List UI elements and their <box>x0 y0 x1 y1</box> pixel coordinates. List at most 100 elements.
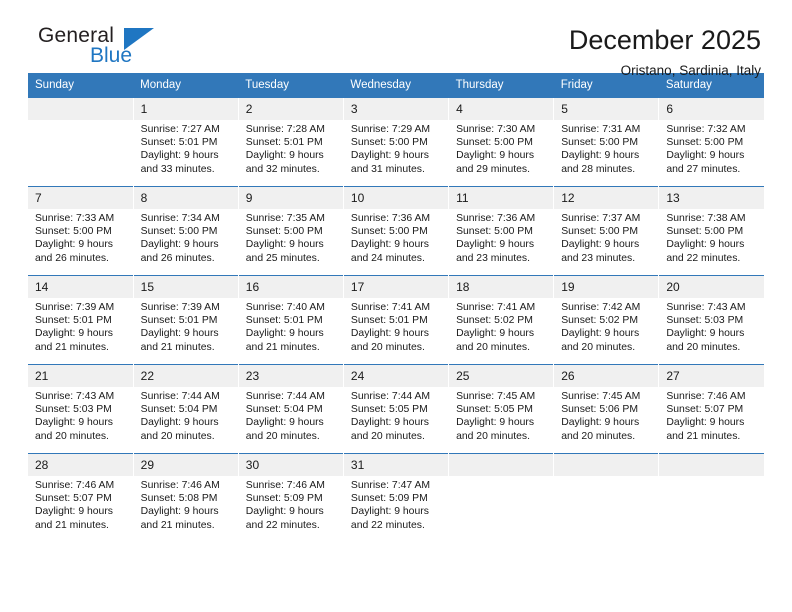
calendar-week-row: 14 Sunrise: 7:39 AM Sunset: 5:01 PM Dayl… <box>28 275 764 365</box>
general-blue-logo[interactable]: General Blue <box>28 24 228 72</box>
day-cell[interactable]: 30 Sunrise: 7:46 AM Sunset: 5:09 PM Dayl… <box>237 453 344 543</box>
sunset-text: Sunset: 5:04 PM <box>140 404 218 416</box>
sunset-text: Sunset: 5:00 PM <box>666 226 744 238</box>
daylight-text-line2: and 20 minutes. <box>456 430 530 442</box>
day-cell[interactable]: 2 Sunrise: 7:28 AM Sunset: 5:01 PM Dayli… <box>237 97 344 187</box>
sunset-text: Sunset: 5:01 PM <box>350 315 428 327</box>
day-cell[interactable]: 6 Sunrise: 7:32 AM Sunset: 5:00 PM Dayli… <box>658 97 764 187</box>
day-cell[interactable]: 8 Sunrise: 7:34 AM Sunset: 5:00 PM Dayli… <box>132 186 239 276</box>
daylight-text-line1: Daylight: 9 hours <box>561 239 640 251</box>
sunset-text: Sunset: 5:08 PM <box>140 493 218 505</box>
day-cell[interactable]: 3 Sunrise: 7:29 AM Sunset: 5:00 PM Dayli… <box>342 97 449 187</box>
daylight-text-line1: Daylight: 9 hours <box>245 150 324 162</box>
day-number <box>659 454 764 476</box>
daylight-text-line2: and 20 minutes. <box>456 341 530 353</box>
day-info <box>28 120 133 123</box>
sunset-text: Sunset: 5:00 PM <box>350 226 428 238</box>
daylight-text-line2: and 26 minutes. <box>140 252 215 264</box>
day-cell[interactable]: 13 Sunrise: 7:38 AM Sunset: 5:00 PM Dayl… <box>658 186 764 276</box>
daylight-text-line2: and 21 minutes. <box>140 341 215 353</box>
sunset-text: Sunset: 5:09 PM <box>245 493 323 505</box>
sunset-text: Sunset: 5:00 PM <box>456 137 533 149</box>
sunrise-text: Sunrise: 7:37 AM <box>561 213 641 224</box>
daylight-text-line2: and 22 minutes. <box>350 519 425 531</box>
daylight-text-line2: and 20 minutes. <box>245 430 320 442</box>
day-number: 29 <box>133 454 238 476</box>
day-cell[interactable]: 25 Sunrise: 7:45 AM Sunset: 5:05 PM Dayl… <box>448 364 554 454</box>
day-cell[interactable]: 7 Sunrise: 7:33 AM Sunset: 5:00 PM Dayli… <box>28 186 134 276</box>
calendar-week-row: 21 Sunrise: 7:43 AM Sunset: 5:03 PM Dayl… <box>28 364 764 454</box>
sunset-text: Sunset: 5:00 PM <box>561 226 639 238</box>
day-info: Sunrise: 7:39 AM Sunset: 5:01 PM Dayligh… <box>134 298 238 354</box>
day-number: 5 <box>554 98 659 120</box>
daylight-text-line1: Daylight: 9 hours <box>140 150 219 162</box>
day-cell[interactable]: 23 Sunrise: 7:44 AM Sunset: 5:04 PM Dayl… <box>237 364 344 454</box>
weekday-header-monday: Monday <box>133 73 239 98</box>
day-info: Sunrise: 7:36 AM Sunset: 5:00 PM Dayligh… <box>449 209 553 265</box>
weekday-header-sunday: Sunday <box>28 73 134 98</box>
day-cell[interactable]: 15 Sunrise: 7:39 AM Sunset: 5:01 PM Dayl… <box>132 275 239 365</box>
day-cell[interactable]: 26 Sunrise: 7:45 AM Sunset: 5:06 PM Dayl… <box>553 364 659 454</box>
daylight-text-line1: Daylight: 9 hours <box>245 239 324 251</box>
day-cell[interactable]: 29 Sunrise: 7:46 AM Sunset: 5:08 PM Dayl… <box>132 453 239 543</box>
day-number: 31 <box>343 454 449 476</box>
day-number: 9 <box>238 187 343 209</box>
day-number: 23 <box>238 365 343 387</box>
day-cell[interactable]: 9 Sunrise: 7:35 AM Sunset: 5:00 PM Dayli… <box>237 186 344 276</box>
day-cell[interactable]: 22 Sunrise: 7:44 AM Sunset: 5:04 PM Dayl… <box>132 364 239 454</box>
daylight-text-line1: Daylight: 9 hours <box>456 417 535 429</box>
day-cell[interactable]: 12 Sunrise: 7:37 AM Sunset: 5:00 PM Dayl… <box>553 186 659 276</box>
sunset-text: Sunset: 5:00 PM <box>666 137 744 149</box>
sunrise-text: Sunrise: 7:44 AM <box>140 391 220 402</box>
day-cell[interactable]: 10 Sunrise: 7:36 AM Sunset: 5:00 PM Dayl… <box>342 186 449 276</box>
day-cell[interactable]: 17 Sunrise: 7:41 AM Sunset: 5:01 PM Dayl… <box>342 275 449 365</box>
day-cell[interactable]: 18 Sunrise: 7:41 AM Sunset: 5:02 PM Dayl… <box>448 275 554 365</box>
daylight-text-line1: Daylight: 9 hours <box>35 417 113 429</box>
sunrise-text: Sunrise: 7:46 AM <box>140 480 220 491</box>
day-info: Sunrise: 7:34 AM Sunset: 5:00 PM Dayligh… <box>134 209 238 265</box>
sunrise-text: Sunrise: 7:47 AM <box>350 480 431 491</box>
day-info: Sunrise: 7:36 AM Sunset: 5:00 PM Dayligh… <box>344 209 448 265</box>
day-cell[interactable]: 28 Sunrise: 7:46 AM Sunset: 5:07 PM Dayl… <box>28 453 134 543</box>
day-number: 22 <box>133 365 238 387</box>
day-cell-empty <box>658 453 764 543</box>
daylight-text-line2: and 20 minutes. <box>561 430 636 442</box>
sunrise-text: Sunrise: 7:34 AM <box>140 213 220 224</box>
daylight-text-line1: Daylight: 9 hours <box>561 417 640 429</box>
sunrise-text: Sunrise: 7:42 AM <box>561 302 641 313</box>
day-cell[interactable]: 5 Sunrise: 7:31 AM Sunset: 5:00 PM Dayli… <box>553 97 659 187</box>
day-cell[interactable] <box>28 97 134 187</box>
sunrise-text: Sunrise: 7:45 AM <box>561 391 641 402</box>
day-number: 26 <box>554 365 659 387</box>
sunrise-text: Sunrise: 7:33 AM <box>35 213 115 224</box>
day-cell[interactable]: 20 Sunrise: 7:43 AM Sunset: 5:03 PM Dayl… <box>658 275 764 365</box>
day-cell[interactable]: 21 Sunrise: 7:43 AM Sunset: 5:03 PM Dayl… <box>28 364 134 454</box>
day-cell[interactable]: 19 Sunrise: 7:42 AM Sunset: 5:02 PM Dayl… <box>553 275 659 365</box>
day-cell[interactable]: 16 Sunrise: 7:40 AM Sunset: 5:01 PM Dayl… <box>237 275 344 365</box>
day-info: Sunrise: 7:46 AM Sunset: 5:07 PM Dayligh… <box>28 476 133 532</box>
day-cell[interactable]: 24 Sunrise: 7:44 AM Sunset: 5:05 PM Dayl… <box>342 364 449 454</box>
sunrise-text: Sunrise: 7:41 AM <box>350 302 431 313</box>
page-title: December 2025 <box>568 25 761 55</box>
daylight-text-line1: Daylight: 9 hours <box>35 506 113 518</box>
day-number: 28 <box>28 454 133 476</box>
day-cell[interactable]: 1 Sunrise: 7:27 AM Sunset: 5:01 PM Dayli… <box>132 97 239 187</box>
day-number: 24 <box>343 365 449 387</box>
day-cell[interactable]: 14 Sunrise: 7:39 AM Sunset: 5:01 PM Dayl… <box>28 275 134 365</box>
day-info: Sunrise: 7:31 AM Sunset: 5:00 PM Dayligh… <box>554 120 658 176</box>
daylight-text-line2: and 32 minutes. <box>245 163 320 175</box>
daylight-text-line1: Daylight: 9 hours <box>350 239 429 251</box>
day-info: Sunrise: 7:30 AM Sunset: 5:00 PM Dayligh… <box>449 120 553 176</box>
daylight-text-line2: and 20 minutes. <box>35 430 109 442</box>
day-info: Sunrise: 7:33 AM Sunset: 5:00 PM Dayligh… <box>28 209 133 265</box>
day-cell[interactable]: 27 Sunrise: 7:46 AM Sunset: 5:07 PM Dayl… <box>658 364 764 454</box>
day-cell[interactable]: 31 Sunrise: 7:47 AM Sunset: 5:09 PM Dayl… <box>342 453 449 543</box>
day-number: 18 <box>449 276 554 298</box>
day-info: Sunrise: 7:44 AM Sunset: 5:04 PM Dayligh… <box>239 387 343 443</box>
day-number: 2 <box>238 98 343 120</box>
daylight-text-line1: Daylight: 9 hours <box>35 239 113 251</box>
day-cell[interactable]: 11 Sunrise: 7:36 AM Sunset: 5:00 PM Dayl… <box>448 186 554 276</box>
sunset-text: Sunset: 5:00 PM <box>350 137 428 149</box>
day-cell[interactable]: 4 Sunrise: 7:30 AM Sunset: 5:00 PM Dayli… <box>448 97 554 187</box>
logo-text-blue: Blue <box>90 44 133 67</box>
